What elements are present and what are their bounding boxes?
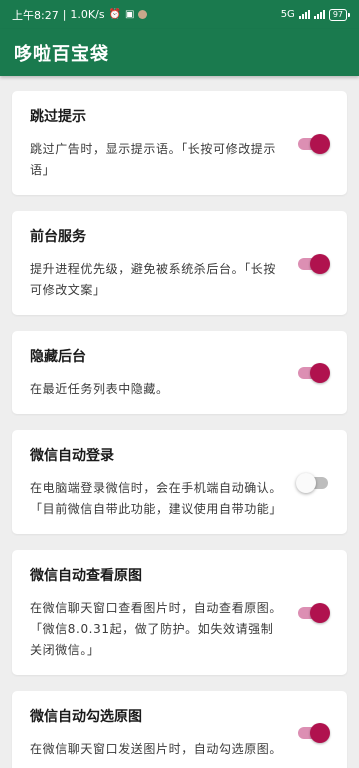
setting-description: 在电脑端登录微信时，会在手机端自动确认。「目前微信自带此功能，建议使用自带功能」 (30, 481, 283, 516)
setting-title: 跳过提示 (30, 109, 86, 125)
switch-thumb (310, 253, 330, 274)
setting-card[interactable]: 微信自动登录在电脑端登录微信时，会在手机端自动确认。「目前微信自带此功能，建议使… (12, 430, 347, 534)
setting-title: 微信自动登录 (30, 448, 114, 464)
setting-text: 前台服务提升进程优先级，避免被系统杀后台。「长按可修改文案」 (30, 226, 296, 301)
setting-text: 微信自动勾选原图在微信聊天窗口发送图片时，自动勾选原图。 (30, 706, 296, 760)
setting-title: 前台服务 (30, 229, 86, 245)
battery-icon: 97 (328, 8, 351, 21)
setting-title: 微信自动查看原图 (30, 568, 142, 584)
setting-toggle-switch[interactable] (296, 602, 330, 624)
setting-text: 微信自动查看原图在微信聊天窗口查看图片时，自动查看原图。「微信8.0.31起，做… (30, 565, 296, 661)
setting-toggle-switch[interactable] (296, 133, 330, 155)
setting-text: 微信自动登录在电脑端登录微信时，会在手机端自动确认。「目前微信自带此功能，建议使… (30, 445, 296, 520)
setting-toggle-switch[interactable] (296, 722, 330, 744)
switch-thumb (310, 363, 330, 383)
network-speed: 1.0K/s (70, 8, 105, 21)
app-notification-icon: ▣ (125, 9, 135, 20)
avatar-notification-icon (138, 10, 148, 19)
signal-icon (298, 10, 310, 19)
setting-card[interactable]: 隐藏后台在最近任务列表中隐藏。 (12, 331, 347, 414)
setting-description: 跳过广告时，显示提示语。「长按可修改提示语」 (30, 142, 277, 177)
alarm-icon: ⏰ (108, 9, 122, 20)
switch-thumb (310, 723, 330, 743)
settings-list: 跳过提示跳过广告时，显示提示语。「长按可修改提示语」前台服务提升进程优先级，避免… (0, 76, 359, 768)
app-title: 哆啦百宝袋 (14, 43, 109, 65)
setting-title: 隐藏后台 (30, 349, 86, 365)
setting-card[interactable]: 微信自动查看原图在微信聊天窗口查看图片时，自动查看原图。「微信8.0.31起，做… (12, 550, 347, 675)
network-type-label: 5G (280, 9, 295, 20)
switch-thumb (310, 603, 330, 623)
setting-description: 在最近任务列表中隐藏。 (30, 382, 169, 396)
setting-toggle-switch[interactable] (296, 362, 330, 384)
setting-description: 提升进程优先级，避免被系统杀后台。「长按可修改文案」 (30, 262, 277, 297)
setting-card[interactable]: 前台服务提升进程优先级，避免被系统杀后台。「长按可修改文案」 (12, 211, 347, 315)
app-bar: 哆啦百宝袋 (0, 29, 359, 76)
setting-description: 在微信聊天窗口查看图片时，自动查看原图。「微信8.0.31起，做了防护。如失效请… (30, 601, 283, 657)
setting-card[interactable]: 微信自动勾选原图在微信聊天窗口发送图片时，自动勾选原图。 (12, 691, 347, 768)
setting-toggle-switch[interactable] (296, 253, 330, 275)
setting-card[interactable]: 跳过提示跳过广告时，显示提示语。「长按可修改提示语」 (12, 91, 347, 195)
status-bar: 上午8:27 | 1.0K/s ⏰ ▣ 5G 97 (0, 0, 359, 29)
switch-thumb (296, 472, 316, 493)
setting-description: 在微信聊天窗口发送图片时，自动勾选原图。 (30, 742, 283, 756)
setting-text: 隐藏后台在最近任务列表中隐藏。 (30, 346, 296, 400)
setting-title: 微信自动勾选原图 (30, 709, 142, 725)
switch-thumb (310, 133, 330, 154)
setting-toggle-switch[interactable] (296, 472, 330, 494)
signal-icon-2 (313, 10, 325, 19)
status-time: 上午8:27 (12, 8, 59, 22)
setting-text: 跳过提示跳过广告时，显示提示语。「长按可修改提示语」 (30, 106, 296, 181)
